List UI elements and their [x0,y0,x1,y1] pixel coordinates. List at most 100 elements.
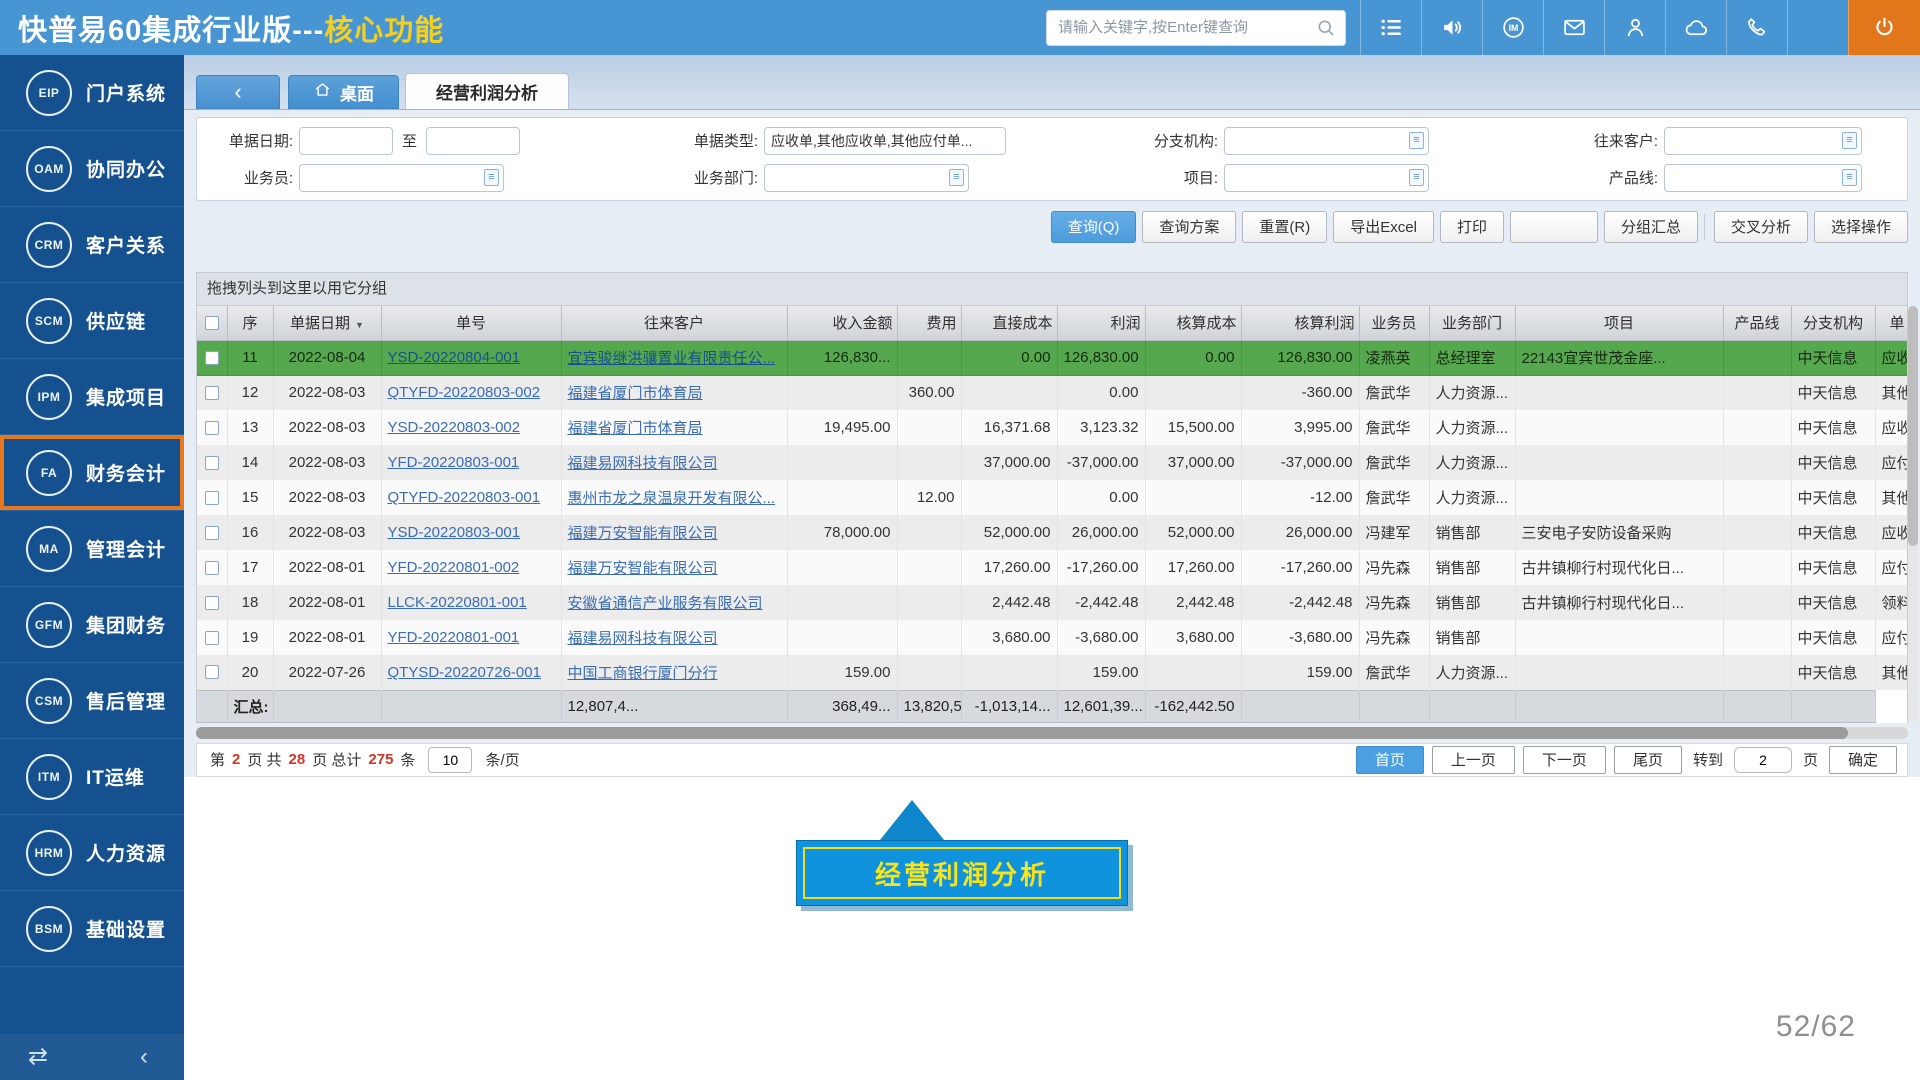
column-header-产品线[interactable]: 产品线 [1723,306,1791,340]
doc-number-link[interactable]: LLCK-20220801-001 [388,594,527,611]
column-header-单号[interactable]: 单号 [381,306,561,340]
doc-number-link[interactable]: QTYFD-20220803-001 [388,489,541,506]
select-all-checkbox[interactable] [205,316,219,330]
doc-number-link[interactable]: YSD-20220803-001 [388,524,521,541]
doc-number-link[interactable]: QTYSD-20220726-001 [388,664,541,681]
mail-icon[interactable] [1543,0,1604,55]
customer-link[interactable]: 福建省厦门市体育局 [568,420,703,437]
sidebar-item-bsm[interactable]: BSM基础设置 [0,891,184,967]
cross-analysis-button[interactable]: 交叉分析 [1714,211,1808,243]
customer-picker-icon[interactable]: ≡ [1842,132,1857,149]
date-from-input[interactable] [299,127,393,155]
sidebar-item-fa[interactable]: FA财务会计 [0,435,184,511]
user-icon[interactable] [1604,0,1665,55]
customer-link[interactable]: 惠州市龙之泉温泉开发有限公... [568,490,776,507]
vertical-scrollbar[interactable] [1908,306,1918,722]
doc-number-link[interactable]: QTYFD-20220803-002 [388,384,541,401]
row-checkbox[interactable] [205,351,219,365]
doc-number-link[interactable]: YFD-20220801-002 [388,559,520,576]
project-picker-icon[interactable]: ≡ [1409,169,1424,186]
column-header-业务员[interactable]: 业务员 [1359,306,1429,340]
phone-icon[interactable] [1726,0,1787,55]
table-row[interactable]: 132022-08-03YSD-20220803-002福建省厦门市体育局19,… [197,410,1908,445]
column-header-项目[interactable]: 项目 [1515,306,1723,340]
speaker-icon[interactable] [1421,0,1482,55]
reset-button[interactable]: 重置(R) [1242,211,1327,243]
table-row[interactable]: 192022-08-01YFD-20220801-001福建易网科技有限公司3,… [197,620,1908,655]
page-size-input[interactable] [428,747,472,773]
table-row[interactable]: 202022-07-26QTYSD-20220726-001中国工商银行厦门分行… [197,655,1908,690]
salesman-picker-icon[interactable]: ≡ [484,169,499,186]
doc-type-input[interactable] [764,127,1006,155]
table-row[interactable]: 172022-08-01YFD-20220801-002福建万安智能有限公司17… [197,550,1908,585]
search-input[interactable] [1056,18,1312,37]
row-checkbox[interactable] [205,421,219,435]
column-header-业务部门[interactable]: 业务部门 [1429,306,1515,340]
hscroll-thumb[interactable] [196,727,1848,739]
customer-link[interactable]: 宜宾骏继洪骧置业有限责任公... [568,350,776,367]
vscroll-thumb[interactable] [1908,306,1918,546]
table-row[interactable]: 122022-08-03QTYFD-20220803-002福建省厦门市体育局3… [197,375,1908,410]
customer-link[interactable]: 福建易网科技有限公司 [568,455,718,472]
sidebar-item-itm[interactable]: ITMIT运维 [0,739,184,815]
doc-number-link[interactable]: YSD-20220804-001 [388,349,521,366]
query-button[interactable]: 查询(Q) [1051,211,1137,243]
product-line-input[interactable] [1664,164,1862,192]
salesman-input[interactable] [299,164,504,192]
prev-page-button[interactable]: 上一页 [1432,746,1515,774]
sidebar-item-ipm[interactable]: IPM集成项目 [0,359,184,435]
sidebar-item-oam[interactable]: OAM协同办公 [0,131,184,207]
row-checkbox[interactable] [205,491,219,505]
collapse-sidebar-icon[interactable]: ‹ [140,1045,148,1069]
product-line-picker-icon[interactable]: ≡ [1842,169,1857,186]
column-header-序[interactable]: 序 [227,306,273,340]
table-row[interactable]: 162022-08-03YSD-20220803-001福建万安智能有限公司78… [197,515,1908,550]
customer-link[interactable]: 安徽省通信产业服务有限公司 [568,595,763,612]
cloud-icon[interactable] [1665,0,1726,55]
im-icon[interactable]: IM [1482,0,1543,55]
row-checkbox[interactable] [205,665,219,679]
group-summary-button[interactable]: 分组汇总 [1604,211,1698,243]
row-checkbox[interactable] [205,631,219,645]
column-header-费用[interactable]: 费用 [897,306,961,340]
search-icon[interactable] [1316,18,1336,38]
goto-page-input[interactable] [1734,747,1792,773]
first-page-button[interactable]: 首页 [1356,746,1424,774]
row-checkbox[interactable] [205,561,219,575]
column-header-核算成本[interactable]: 核算成本 [1145,306,1241,340]
column-header-核算利润[interactable]: 核算利润 [1241,306,1359,340]
doc-number-link[interactable]: YFD-20220803-001 [388,454,520,471]
column-header-直接成本[interactable]: 直接成本 [961,306,1057,340]
doc-number-link[interactable]: YSD-20220803-002 [388,419,521,436]
column-header-收入金额[interactable]: 收入金额 [787,306,897,340]
date-to-input[interactable] [426,127,520,155]
project-input[interactable] [1224,164,1429,192]
table-row[interactable]: 112022-08-04YSD-20220804-001宜宾骏继洪骧置业有限责任… [197,340,1908,375]
customer-link[interactable]: 福建易网科技有限公司 [568,630,718,647]
export-excel-button[interactable]: 导出Excel [1333,211,1434,243]
table-row[interactable]: 152022-08-03QTYFD-20220803-001惠州市龙之泉温泉开发… [197,480,1908,515]
table-row[interactable]: 142022-08-03YFD-20220803-001福建易网科技有限公司37… [197,445,1908,480]
next-page-button[interactable]: 下一页 [1523,746,1606,774]
tab-profit-analysis[interactable]: 经营利润分析 [405,73,569,109]
group-by-bar[interactable]: 拖拽列头到这里以用它分组 [196,272,1908,306]
column-header-checkbox[interactable] [197,306,227,340]
customer-link[interactable]: 福建万安智能有限公司 [568,525,718,542]
last-page-button[interactable]: 尾页 [1614,746,1682,774]
sidebar-item-hrm[interactable]: HRM人力资源 [0,815,184,891]
sidebar-item-csm[interactable]: CSM售后管理 [0,663,184,739]
sidebar-item-scm[interactable]: SCM供应链 [0,283,184,359]
sidebar-item-ma[interactable]: MA管理会计 [0,511,184,587]
query-plan-button[interactable]: 查询方案 [1142,211,1236,243]
tab-desktop[interactable]: 桌面 [288,75,399,109]
sidebar-item-crm[interactable]: CRM客户关系 [0,207,184,283]
menu-list-icon[interactable] [1360,0,1421,55]
tab-back-button[interactable]: ‹ [196,75,280,109]
row-checkbox[interactable] [205,526,219,540]
row-checkbox[interactable] [205,456,219,470]
print-button[interactable]: 打印 [1440,211,1504,243]
customer-link[interactable]: 中国工商银行厦门分行 [568,665,718,682]
row-checkbox[interactable] [205,596,219,610]
doc-number-link[interactable]: YFD-20220801-001 [388,629,520,646]
column-header-利润[interactable]: 利润 [1057,306,1145,340]
